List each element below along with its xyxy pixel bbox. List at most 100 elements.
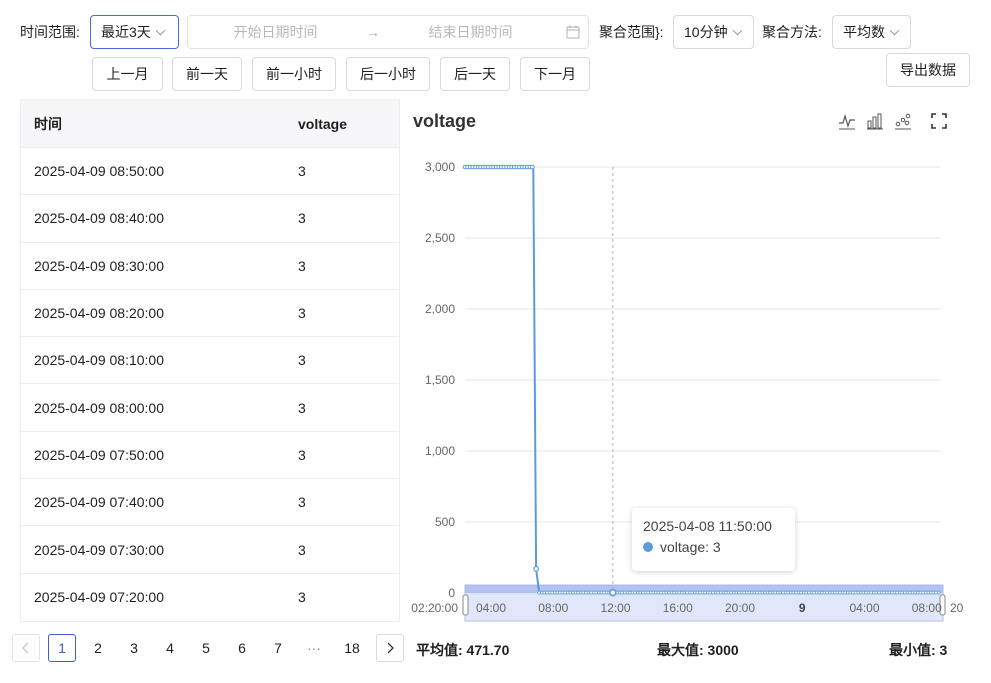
- cell-voltage: 3: [298, 352, 306, 369]
- cell-voltage: 3: [298, 257, 306, 274]
- table-row[interactable]: 2025-04-09 08:20:00 3: [21, 290, 399, 338]
- cell-time: 2025-04-09 07:20:00: [34, 589, 164, 606]
- x-tick-label: 20:00: [725, 601, 755, 615]
- column-header-time: 时间: [34, 115, 62, 132]
- prev-page-button[interactable]: [12, 634, 40, 662]
- data-point: [533, 565, 540, 572]
- end-datetime-input[interactable]: 结束日期时间: [383, 22, 558, 42]
- x-end-label: 20: [950, 601, 964, 615]
- scatter-chart-icon[interactable]: [894, 112, 912, 133]
- cell-time: 2025-04-09 08:40:00: [34, 210, 164, 227]
- agg-method-value: 平均数: [843, 24, 885, 40]
- y-tick-label: 1,500: [425, 373, 455, 387]
- cell-time: 2025-04-09 07:40:00: [34, 494, 164, 511]
- table-row[interactable]: 2025-04-09 08:40:00 3: [21, 195, 399, 243]
- chevron-down-icon: [155, 25, 166, 35]
- table-header: 时间 voltage: [21, 100, 399, 148]
- x-tick-label: 08:00: [538, 601, 568, 615]
- line-chart-icon[interactable]: [838, 112, 856, 133]
- time-range-value: 最近3天: [101, 24, 151, 40]
- start-datetime-input[interactable]: 开始日期时间: [188, 22, 363, 42]
- chevron-down-icon: [732, 25, 743, 35]
- y-tick-label: 2,000: [425, 302, 455, 316]
- y-tick-label: 0: [448, 586, 455, 600]
- next-page-button[interactable]: [376, 634, 404, 662]
- stat-average: 平均值: 471.70: [416, 642, 510, 658]
- agg-method-select[interactable]: 平均数: [832, 15, 911, 49]
- prev-hour-button[interactable]: 前一小时: [252, 57, 336, 91]
- cell-voltage: 3: [298, 210, 306, 227]
- cell-voltage: 3: [298, 446, 306, 463]
- agg-range-select[interactable]: 10分钟: [673, 15, 754, 49]
- next-month-button[interactable]: 下一月: [520, 57, 590, 91]
- cell-voltage: 3: [298, 163, 306, 180]
- table-row[interactable]: 2025-04-09 07:40:00 3: [21, 479, 399, 527]
- page-7[interactable]: 7: [264, 634, 292, 662]
- table-row[interactable]: 2025-04-09 07:20:00 3: [21, 574, 399, 621]
- tooltip-series-value: voltage: 3: [660, 539, 721, 555]
- data-point: [936, 590, 941, 595]
- next-day-button[interactable]: 后一天: [440, 57, 510, 91]
- time-range-select[interactable]: 最近3天: [90, 15, 179, 49]
- page-6[interactable]: 6: [228, 634, 256, 662]
- chart-tooltip: 2025-04-08 11:50:00 voltage: 3: [632, 508, 795, 571]
- chevron-down-icon: [889, 25, 900, 35]
- y-tick-label: 1,000: [425, 444, 455, 458]
- cell-voltage: 3: [298, 589, 306, 606]
- next-hour-button[interactable]: 后一小时: [346, 57, 430, 91]
- fullscreen-icon[interactable]: [930, 112, 948, 133]
- x-tick-label: 12:00: [600, 601, 630, 615]
- cell-time: 2025-04-09 08:20:00: [34, 305, 164, 322]
- stat-max: 最大值: 3000: [657, 642, 739, 658]
- agg-range-value: 10分钟: [684, 24, 728, 40]
- page-5[interactable]: 5: [192, 634, 220, 662]
- cell-voltage: 3: [298, 399, 306, 416]
- table-row[interactable]: 2025-04-09 07:50:00 3: [21, 432, 399, 480]
- pagination: 1 2 3 4 5 6 7 ··· 18: [12, 634, 404, 662]
- cell-time: 2025-04-09 07:50:00: [34, 446, 164, 463]
- cell-time: 2025-04-09 08:10:00: [34, 352, 164, 369]
- column-header-voltage: voltage: [298, 115, 348, 132]
- export-data-button[interactable]: 导出数据: [886, 53, 970, 87]
- time-range-label: 时间范围:: [20, 24, 80, 40]
- table-row[interactable]: 2025-04-09 08:00:00 3: [21, 384, 399, 432]
- date-range-picker[interactable]: 开始日期时间 → 结束日期时间: [187, 15, 589, 49]
- y-tick-label: 500: [435, 515, 455, 529]
- bar-chart-icon[interactable]: [866, 112, 884, 133]
- agg-method-label: 聚合方法:: [762, 24, 822, 40]
- x-tick-label: 04:00: [850, 601, 880, 615]
- page-4[interactable]: 4: [156, 634, 184, 662]
- page-1[interactable]: 1: [48, 634, 76, 662]
- data-table: 时间 voltage 2025-04-09 08:50:00 3 2025-04-…: [20, 99, 400, 622]
- prev-day-button[interactable]: 前一天: [172, 57, 242, 91]
- y-tick-label: 2,500: [425, 231, 455, 245]
- y-tick-label: 3,000: [425, 160, 455, 174]
- x-start-label: 02:20:00: [411, 601, 458, 615]
- data-point: [530, 164, 535, 170]
- page-3[interactable]: 3: [120, 634, 148, 662]
- page-ellipsis[interactable]: ···: [300, 634, 328, 662]
- cell-voltage: 3: [298, 541, 306, 558]
- chart-title: voltage: [413, 111, 477, 131]
- series-dot-icon: [643, 542, 653, 552]
- table-row[interactable]: 2025-04-09 07:30:00 3: [21, 526, 399, 574]
- calendar-icon: [558, 25, 588, 39]
- highlighted-point: [609, 588, 617, 597]
- cell-time: 2025-04-09 08:30:00: [34, 257, 164, 274]
- cell-time: 2025-04-09 08:00:00: [34, 399, 164, 416]
- cell-time: 2025-04-09 08:50:00: [34, 163, 164, 180]
- table-row[interactable]: 2025-04-09 08:30:00 3: [21, 243, 399, 290]
- x-tick-label: 08:00: [912, 601, 942, 615]
- agg-range-label: 聚合范围}:: [599, 24, 664, 40]
- x-tick-label: 04:00: [476, 601, 506, 615]
- page-18[interactable]: 18: [336, 634, 368, 662]
- table-row[interactable]: 2025-04-09 08:10:00 3: [21, 337, 399, 385]
- x-tick-label: 16:00: [663, 601, 693, 615]
- table-row[interactable]: 2025-04-09 08:50:00 3: [21, 148, 399, 196]
- stat-min: 最小值: 3: [889, 642, 948, 658]
- prev-month-button[interactable]: 上一月: [92, 57, 163, 91]
- chart-toolbox: [838, 112, 948, 133]
- tooltip-time: 2025-04-08 11:50:00: [643, 518, 772, 534]
- cell-time: 2025-04-09 07:30:00: [34, 541, 164, 558]
- page-2[interactable]: 2: [84, 634, 112, 662]
